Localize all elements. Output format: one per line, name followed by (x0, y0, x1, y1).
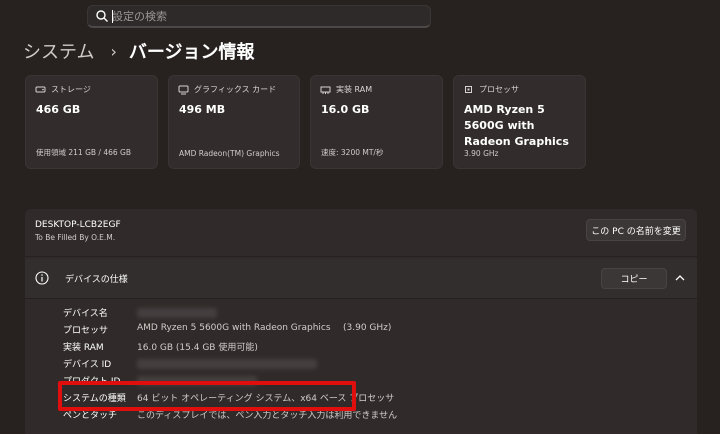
page-title: バージョン情報 (128, 42, 255, 63)
breadcrumb: システム › バージョン情報 (23, 38, 255, 64)
redacted-value (137, 308, 217, 318)
device-specs-header[interactable]: デバイスの仕様 コピー (25, 259, 697, 299)
graphics-card[interactable]: グラフィックス カード 496 MB AMD Radeon(TM) Graphi… (168, 75, 300, 169)
graphics-card-icon (178, 85, 189, 95)
card-subtext: 使用領域 211 GB / 466 GB (36, 148, 131, 157)
text-caret (112, 10, 113, 23)
device-manufacturer: To Be Filled By O.E.M. (35, 233, 116, 242)
ram-icon (320, 86, 331, 94)
device-name-row: DESKTOP-LCB2EGF To Be Filled By O.E.M. こ… (25, 209, 697, 257)
storage-icon (35, 86, 46, 93)
spec-label: デバイス ID (63, 360, 112, 370)
card-label: プロセッサ (479, 85, 519, 94)
breadcrumb-parent[interactable]: システム (23, 38, 94, 64)
spec-value: 16.0 GB (15.4 GB 使用可能) (137, 343, 258, 353)
spec-row-processor: プロセッサ AMD Ryzen 5 5600G with Radeon Grap… (63, 323, 683, 339)
spec-row-ram: 実装 RAM 16.0 GB (15.4 GB 使用可能) (63, 340, 683, 356)
search-icon (96, 10, 108, 22)
spec-label: 実装 RAM (63, 343, 104, 353)
breadcrumb-separator: › (110, 41, 117, 61)
rename-pc-button[interactable]: この PC の名前を変更 (586, 219, 686, 241)
red-highlight-box (58, 381, 356, 411)
chevron-up-icon[interactable] (674, 273, 686, 283)
redacted-value (137, 359, 317, 369)
storage-card[interactable]: ストレージ 466 GB 使用領域 211 GB / 466 GB (25, 75, 158, 169)
processor-card[interactable]: プロセッサ AMD Ryzen 5 5600G with Radeon Grap… (453, 75, 586, 169)
spec-row-device-name: デバイス名 (63, 306, 683, 322)
card-label: ストレージ (51, 85, 91, 94)
device-name: DESKTOP-LCB2EGF (35, 220, 121, 230)
card-subtext: AMD Radeon(TM) Graphics (179, 149, 280, 158)
spec-row-device-id: デバイス ID (63, 357, 683, 373)
card-value: 496 MB (179, 103, 226, 116)
card-value: 466 GB (36, 103, 81, 116)
processor-icon (465, 86, 472, 93)
spec-value: AMD Ryzen 5 5600G with Radeon Graphics (137, 323, 331, 333)
spec-label: プロセッサ (63, 326, 109, 336)
card-value: AMD Ryzen 5 5600G with Radeon Graphics (464, 103, 569, 148)
spec-value-extra: (3.90 GHz) (343, 323, 392, 333)
search-input[interactable] (112, 7, 412, 25)
device-specs-title: デバイスの仕様 (65, 275, 128, 285)
search-box[interactable] (87, 5, 431, 28)
info-icon (35, 271, 49, 285)
card-label: 実装 RAM (336, 85, 373, 94)
copy-button[interactable]: コピー (601, 268, 667, 289)
card-value: 16.0 GB (321, 103, 370, 116)
spec-label: デバイス名 (63, 309, 108, 319)
ram-card[interactable]: 実装 RAM 16.0 GB 速度: 3200 MT/秒 (310, 75, 443, 169)
card-label: グラフィックス カード (194, 85, 277, 94)
card-subtext: 3.90 GHz (464, 149, 499, 158)
card-subtext: 速度: 3200 MT/秒 (321, 148, 384, 157)
